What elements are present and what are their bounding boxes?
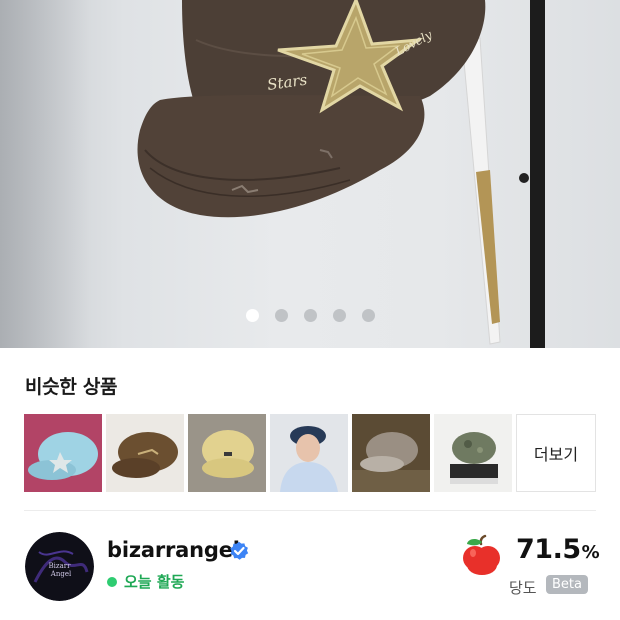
similar-product-3[interactable]	[188, 414, 266, 492]
brown-cap-image	[106, 414, 184, 492]
carousel-dot-3[interactable]	[303, 309, 317, 322]
verified-check-icon	[230, 541, 249, 560]
svg-text:Angel: Angel	[50, 570, 72, 578]
seller-name[interactable]: bizarrangel	[107, 538, 240, 562]
seller-avatar-image: Bizarr Angel	[25, 532, 94, 601]
similar-product-6[interactable]	[434, 414, 512, 492]
light-blue-cap-image	[24, 414, 102, 492]
carousel-dot-2[interactable]	[274, 309, 288, 322]
similar-product-2[interactable]	[106, 414, 184, 492]
avatar-text: Bizarr	[49, 562, 72, 570]
sweetness-score: 71.5 %	[516, 534, 600, 565]
section-title: 비슷한 상품	[25, 376, 118, 398]
online-dot-icon	[107, 576, 117, 587]
product-photo[interactable]: Stars Lovely	[0, 0, 620, 348]
beta-badge: Beta	[546, 575, 588, 594]
activity-status: 오늘 활동	[107, 571, 184, 592]
activity-text: 오늘 활동	[124, 573, 185, 591]
similar-products-list: 더보기	[24, 414, 596, 492]
score-value: 71.5	[516, 534, 581, 565]
more-button[interactable]: 더보기	[516, 414, 596, 492]
navy-cap-model-image	[270, 414, 348, 492]
similar-product-4[interactable]	[270, 414, 348, 492]
carousel-dot-1[interactable]	[245, 309, 259, 322]
similar-products-section: 비슷한 상품 더보기	[0, 348, 620, 510]
score-unit: %	[581, 542, 600, 563]
olive-camo-cap-image	[434, 414, 512, 492]
carousel-dot-4[interactable]	[332, 309, 346, 322]
similar-product-5[interactable]	[352, 414, 430, 492]
score-label: 당도	[509, 579, 537, 597]
similar-product-1[interactable]	[24, 414, 102, 492]
cap-illustration: Stars Lovely	[137, 0, 545, 348]
carousel-dot-5[interactable]	[361, 309, 375, 322]
avatar[interactable]: Bizarr Angel	[25, 532, 94, 601]
carousel-indicator[interactable]	[0, 309, 620, 322]
grey-cap-image	[352, 414, 430, 492]
yellow-cap-image	[188, 414, 266, 492]
seller-section: Bizarr Angel bizarrangel 오늘 활동 71.5 % 당도…	[0, 511, 620, 620]
apple-icon	[463, 534, 500, 575]
